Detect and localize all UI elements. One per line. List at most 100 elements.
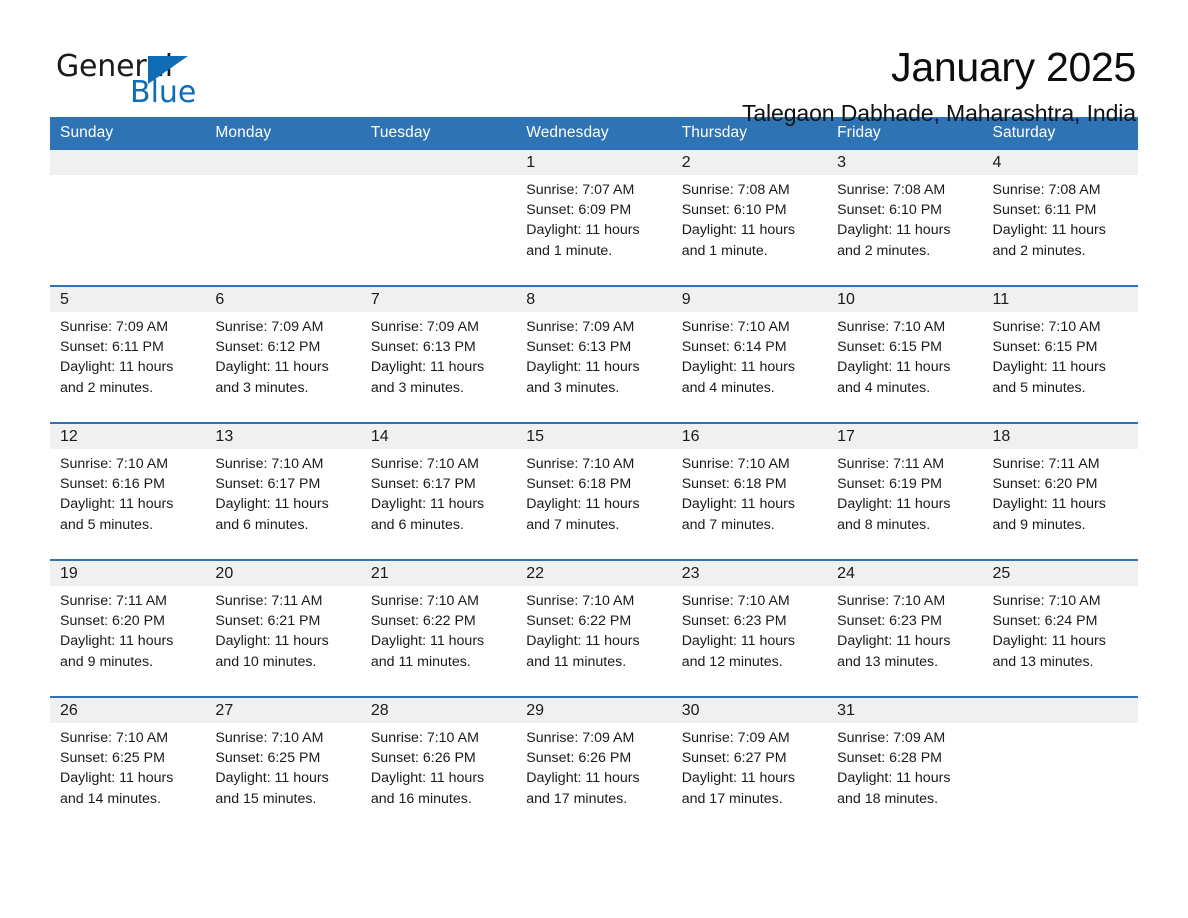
day-details: Sunrise: 7:11 AM Sunset: 6:20 PM Daylight:… (50, 586, 205, 672)
calendar-day-cell[interactable]: 25 Sunrise: 7:10 AM Sunset: 6:24 PM Dayligh… (982, 559, 1138, 697)
day-number: 14 (360, 424, 517, 449)
sunrise-text: Sunrise: 7:10 AM (681, 319, 790, 335)
calendar-day-cell[interactable]: 15 Sunrise: 7:10 AM Sunset: 6:18 PM Dayligh… (516, 422, 672, 560)
daylight-text: Daylight: 11 hours and 15 minutes. (215, 770, 329, 807)
day-details: Sunrise: 7:10 AM Sunset: 6:16 PM Daylight:… (50, 449, 205, 535)
sunrise-text: Sunrise: 7:09 AM (215, 319, 324, 335)
day-number: 20 (205, 561, 361, 586)
calendar-day-cell[interactable]: 19 Sunrise: 7:11 AM Sunset: 6:20 PM Dayligh… (50, 559, 206, 697)
day-details: Sunrise: 7:11 AM Sunset: 6:20 PM Daylight:… (983, 449, 1138, 535)
day-number: 31 (827, 698, 983, 723)
calendar-day-cell[interactable]: 20 Sunrise: 7:11 AM Sunset: 6:21 PM Dayligh… (205, 559, 361, 697)
day-number: 27 (205, 698, 361, 723)
day-details: Sunrise: 7:10 AM Sunset: 6:23 PM Daylight:… (827, 586, 982, 672)
sunrise-text: Sunrise: 7:10 AM (370, 730, 479, 746)
day-number: 17 (827, 424, 983, 449)
calendar-day-cell[interactable]: 14 Sunrise: 7:10 AM Sunset: 6:17 PM Dayligh… (360, 422, 517, 560)
day-number: 22 (516, 561, 672, 586)
generalblue-logo[interactable]: General Blue (50, 44, 200, 110)
sunrise-text: Sunrise: 7:10 AM (992, 319, 1101, 335)
calendar-day-cell[interactable]: 8 Sunrise: 7:09 AM Sunset: 6:13 PM Daylight… (516, 285, 672, 423)
calendar-day-cell[interactable]: 18 Sunrise: 7:11 AM Sunset: 6:20 PM Dayligh… (982, 422, 1138, 560)
day-details: Sunrise: 7:09 AM Sunset: 6:28 PM Daylight:… (827, 723, 982, 809)
day-number (205, 150, 361, 175)
day-number (360, 150, 517, 175)
calendar-page: General Blue January 2025 Talegaon Dabha… (0, 0, 1188, 918)
calendar-day-cell[interactable]: 23 Sunrise: 7:10 AM Sunset: 6:23 PM Dayligh… (671, 559, 828, 697)
sunset-text: Sunset: 6:09 PM (526, 202, 632, 219)
daylight-text: Daylight: 11 hours and 10 minutes. (215, 633, 329, 670)
sunrise-text: Sunrise: 7:10 AM (215, 730, 324, 746)
sunset-text: Sunset: 6:27 PM (681, 750, 787, 767)
calendar-cell-empty (360, 150, 517, 286)
daylight-text: Daylight: 11 hours and 13 minutes. (992, 633, 1106, 670)
calendar-week-row: 12 Sunrise: 7:10 AM Sunset: 6:16 PM Dayligh… (50, 422, 1138, 560)
daylight-text: Daylight: 11 hours and 2 minutes. (837, 222, 951, 259)
sunset-text: Sunset: 6:22 PM (526, 613, 632, 630)
day-number: 12 (50, 424, 206, 449)
sunrise-text: Sunrise: 7:11 AM (215, 593, 323, 609)
calendar-day-cell[interactable]: 1 Sunrise: 7:07 AM Sunset: 6:09 PM Daylight… (516, 150, 672, 286)
calendar-day-cell[interactable]: 2 Sunrise: 7:08 AM Sunset: 6:10 PM Daylight… (671, 150, 828, 286)
day-details: Sunrise: 7:10 AM Sunset: 6:25 PM Daylight:… (50, 723, 205, 809)
calendar-day-cell[interactable]: 22 Sunrise: 7:10 AM Sunset: 6:22 PM Dayligh… (516, 559, 672, 697)
day-details: Sunrise: 7:10 AM Sunset: 6:22 PM Daylight:… (516, 586, 671, 672)
daylight-text: Daylight: 11 hours and 4 minutes. (681, 359, 795, 396)
day-details: Sunrise: 7:11 AM Sunset: 6:21 PM Daylight:… (205, 586, 360, 672)
daylight-text: Daylight: 11 hours and 7 minutes. (681, 496, 795, 533)
daylight-text: Daylight: 11 hours and 13 minutes. (837, 633, 951, 670)
day-details: Sunrise: 7:10 AM Sunset: 6:14 PM Daylight:… (672, 312, 827, 398)
calendar-day-cell[interactable]: 11 Sunrise: 7:10 AM Sunset: 6:15 PM Dayligh… (982, 285, 1138, 423)
calendar-day-cell[interactable]: 29 Sunrise: 7:09 AM Sunset: 6:26 PM Dayligh… (516, 696, 672, 833)
day-details: Sunrise: 7:09 AM Sunset: 6:13 PM Daylight:… (361, 312, 516, 398)
day-number (982, 698, 1138, 723)
daylight-text: Daylight: 11 hours and 5 minutes. (60, 496, 174, 533)
daylight-text: Daylight: 11 hours and 3 minutes. (215, 359, 329, 396)
calendar-day-cell[interactable]: 16 Sunrise: 7:10 AM Sunset: 6:18 PM Dayligh… (671, 422, 828, 560)
sunrise-text: Sunrise: 7:10 AM (526, 456, 635, 472)
calendar-day-cell[interactable]: 17 Sunrise: 7:11 AM Sunset: 6:19 PM Dayligh… (827, 422, 983, 560)
calendar-day-cell[interactable]: 12 Sunrise: 7:10 AM Sunset: 6:16 PM Dayligh… (50, 422, 206, 560)
calendar-day-cell[interactable]: 21 Sunrise: 7:10 AM Sunset: 6:22 PM Dayligh… (360, 559, 517, 697)
calendar-day-cell[interactable]: 9 Sunrise: 7:10 AM Sunset: 6:14 PM Daylight… (671, 285, 828, 423)
day-details: Sunrise: 7:07 AM Sunset: 6:09 PM Daylight:… (516, 175, 671, 261)
sunrise-text: Sunrise: 7:10 AM (526, 593, 635, 609)
daylight-text: Daylight: 11 hours and 12 minutes. (681, 633, 795, 670)
day-details: Sunrise: 7:10 AM Sunset: 6:22 PM Daylight:… (361, 586, 516, 672)
sunset-text: Sunset: 6:23 PM (837, 613, 942, 630)
sunset-text: Sunset: 6:11 PM (992, 202, 1097, 219)
calendar-day-cell[interactable]: 31 Sunrise: 7:09 AM Sunset: 6:28 PM Dayligh… (827, 696, 983, 833)
calendar-table: Sunday Monday Tuesday Wednesday Thursday… (50, 117, 1138, 833)
calendar-day-cell[interactable]: 4 Sunrise: 7:08 AM Sunset: 6:11 PM Daylight… (982, 150, 1138, 286)
day-number: 16 (671, 424, 828, 449)
day-number: 10 (827, 287, 983, 312)
day-number: 7 (360, 287, 517, 312)
sunset-text: Sunset: 6:20 PM (992, 476, 1098, 493)
sunrise-text: Sunrise: 7:08 AM (837, 182, 946, 198)
calendar-day-cell[interactable]: 24 Sunrise: 7:10 AM Sunset: 6:23 PM Dayligh… (827, 559, 983, 697)
sunset-text: Sunset: 6:25 PM (60, 750, 165, 767)
day-number: 23 (671, 561, 828, 586)
sunrise-text: Sunrise: 7:10 AM (681, 456, 790, 472)
day-number: 25 (982, 561, 1138, 586)
day-number: 24 (827, 561, 983, 586)
sunrise-text: Sunrise: 7:11 AM (60, 593, 167, 609)
day-number: 13 (205, 424, 361, 449)
day-details: Sunrise: 7:10 AM Sunset: 6:25 PM Daylight:… (205, 723, 360, 809)
calendar-day-cell[interactable]: 30 Sunrise: 7:09 AM Sunset: 6:27 PM Dayligh… (671, 696, 828, 833)
sunrise-text: Sunrise: 7:10 AM (215, 456, 324, 472)
calendar-day-cell[interactable]: 3 Sunrise: 7:08 AM Sunset: 6:10 PM Daylight… (827, 150, 983, 286)
calendar-cell-empty (982, 696, 1138, 833)
sunset-text: Sunset: 6:17 PM (370, 476, 476, 493)
sunset-text: Sunset: 6:26 PM (370, 750, 476, 767)
page-header: General Blue January 2025 Talegaon Dabha… (50, 0, 1138, 126)
calendar-day-cell[interactable]: 28 Sunrise: 7:10 AM Sunset: 6:26 PM Dayligh… (360, 696, 517, 833)
calendar-day-cell[interactable]: 13 Sunrise: 7:10 AM Sunset: 6:17 PM Dayligh… (205, 422, 361, 560)
calendar-day-cell[interactable]: 10 Sunrise: 7:10 AM Sunset: 6:15 PM Dayligh… (827, 285, 983, 423)
calendar-day-cell[interactable]: 5 Sunrise: 7:09 AM Sunset: 6:11 PM Daylight… (50, 285, 206, 423)
calendar-day-cell[interactable]: 27 Sunrise: 7:10 AM Sunset: 6:25 PM Dayligh… (205, 696, 361, 833)
calendar-day-cell[interactable]: 26 Sunrise: 7:10 AM Sunset: 6:25 PM Dayligh… (50, 696, 206, 833)
day-details: Sunrise: 7:11 AM Sunset: 6:19 PM Daylight:… (827, 449, 982, 535)
calendar-day-cell[interactable]: 6 Sunrise: 7:09 AM Sunset: 6:12 PM Daylight… (205, 285, 361, 423)
calendar-day-cell[interactable]: 7 Sunrise: 7:09 AM Sunset: 6:13 PM Daylight… (360, 285, 517, 423)
